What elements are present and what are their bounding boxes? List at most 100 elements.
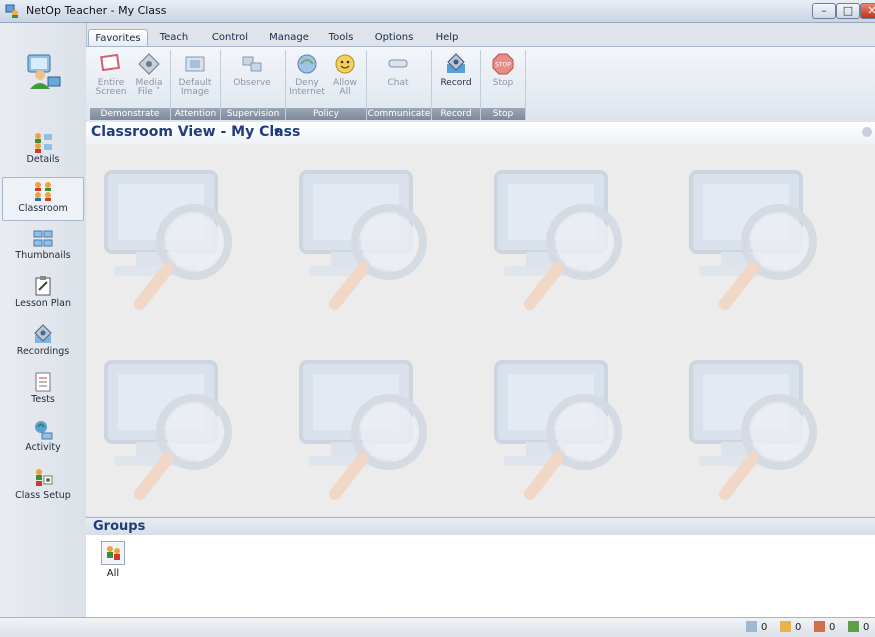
sidebar-item-label: Class Setup	[15, 490, 71, 501]
groups-panel: All	[86, 535, 875, 617]
group-title: Supervision	[221, 108, 285, 120]
tab-manage[interactable]: Manage	[262, 29, 316, 46]
sidebar-item-classroom[interactable]: Classroom	[2, 177, 84, 221]
deny-internet-button[interactable]: Deny Internet	[288, 52, 326, 97]
default-image-icon	[185, 56, 205, 72]
status-students-count: 0	[780, 621, 801, 633]
sidebar-item-tests[interactable]: Tests	[2, 369, 84, 413]
ribbon-group-stop: STOP Stop Stop	[481, 50, 526, 120]
sidebar: Details Classroom Thumbnails Lesson Plan	[0, 23, 87, 617]
title-bar: NetOp Teacher - My Class – □ ✕	[0, 0, 875, 23]
maximize-button[interactable]: □	[836, 3, 860, 19]
group-status-icon	[848, 621, 859, 632]
view-dropdown-caret[interactable]: ▾	[274, 125, 280, 138]
activity-icon	[35, 421, 53, 440]
sidebar-item-label: Lesson Plan	[15, 298, 71, 309]
group-title: Attention	[171, 108, 220, 120]
group-icon	[101, 541, 125, 565]
chat-button[interactable]: Chat	[379, 52, 417, 88]
media-file-button[interactable]: Media File ˅	[130, 52, 168, 97]
attention-status-icon	[814, 621, 825, 632]
tab-options[interactable]: Options	[370, 29, 418, 46]
empty-seat-watermark-icon	[299, 170, 427, 310]
media-file-icon	[138, 53, 160, 75]
status-computers-count: 0	[746, 621, 767, 633]
group-title: Stop	[481, 108, 525, 120]
sidebar-item-class-setup[interactable]: Class Setup	[2, 465, 84, 509]
ribbon-group-demonstrate: Entire Screen Media File ˅ Demonstrate	[90, 50, 171, 120]
empty-seat-watermark-icon	[689, 170, 817, 310]
deny-internet-icon	[297, 54, 317, 74]
observe-label: Observe	[233, 78, 271, 88]
classroom-view-header: Classroom View - My Class ▾	[86, 122, 875, 145]
entire-screen-icon	[100, 53, 121, 72]
tab-teach[interactable]: Teach	[152, 29, 196, 46]
group-title: Communicate	[367, 108, 431, 120]
class-setup-icon	[36, 469, 53, 486]
sidebar-item-lesson-plan[interactable]: Lesson Plan	[2, 273, 84, 317]
tab-help[interactable]: Help	[430, 29, 464, 46]
record-button[interactable]: Record	[437, 52, 475, 88]
chat-label: Chat	[387, 78, 409, 88]
sidebar-item-label: Thumbnails	[15, 250, 71, 261]
record-icon	[447, 53, 465, 73]
groups-title: Groups	[93, 519, 146, 534]
empty-seat-watermark-icon	[104, 360, 232, 500]
empty-seat-watermark-icon	[494, 360, 622, 500]
chat-icon	[388, 59, 408, 68]
computer-status-icon	[746, 621, 757, 632]
app-icon	[5, 4, 18, 18]
group-title: Record	[432, 108, 480, 120]
empty-seat-watermark-icon	[494, 170, 622, 310]
classroom-view[interactable]	[86, 144, 875, 516]
sidebar-item-label: Details	[26, 154, 60, 165]
status-count: 0	[795, 622, 802, 633]
group-item-all[interactable]: All	[96, 541, 130, 585]
deny-internet-label-2: Internet	[289, 87, 325, 97]
stop-button[interactable]: STOP Stop	[484, 52, 522, 88]
status-groups-count: 0	[848, 621, 869, 633]
groups-header: Groups	[86, 517, 875, 536]
status-count: 0	[761, 622, 768, 633]
ribbon-group-attention: Default Image Attention	[171, 50, 221, 120]
sidebar-item-label: Tests	[31, 394, 55, 405]
smiley-icon	[335, 54, 355, 74]
stop-icon-text: STOP	[495, 62, 511, 69]
status-count: 0	[829, 622, 836, 633]
entire-screen-label-2: Screen	[95, 87, 127, 97]
ribbon-group-record: Record Record	[432, 50, 481, 120]
sidebar-item-label: Recordings	[16, 346, 70, 357]
allow-all-label-2: All	[339, 87, 351, 97]
view-options-icon[interactable]	[862, 127, 872, 137]
allow-all-button[interactable]: Allow All	[326, 52, 364, 97]
view-title[interactable]: Classroom View - My Class	[91, 124, 300, 140]
tab-tools[interactable]: Tools	[322, 29, 360, 46]
minimize-button[interactable]: –	[812, 3, 836, 19]
sidebar-item-details[interactable]: Details	[2, 129, 84, 173]
status-attention-count: 0	[814, 621, 835, 633]
thumbnails-icon	[33, 230, 53, 247]
default-image-button[interactable]: Default Image	[176, 52, 214, 97]
observe-icon	[242, 56, 262, 72]
tab-favorites[interactable]: Favorites	[88, 29, 148, 46]
stop-label: Stop	[492, 78, 514, 88]
entire-screen-button[interactable]: Entire Screen	[92, 52, 130, 97]
group-title: Demonstrate	[90, 108, 170, 120]
student-status-icon	[780, 621, 791, 632]
group-label: All	[106, 568, 120, 579]
close-button[interactable]: ✕	[860, 3, 875, 19]
sidebar-item-recordings[interactable]: Recordings	[2, 321, 84, 365]
observe-button[interactable]: Observe	[233, 52, 271, 88]
sidebar-item-thumbnails[interactable]: Thumbnails	[2, 225, 84, 269]
ribbon-group-supervision: Observe Supervision	[221, 50, 286, 120]
ribbon: Entire Screen Media File ˅ Demonstrate D…	[86, 46, 875, 123]
recordings-icon	[34, 324, 52, 343]
default-image-label-2: Image	[180, 87, 210, 97]
sidebar-item-label: Classroom	[18, 203, 68, 214]
tab-control[interactable]: Control	[204, 29, 256, 46]
ribbon-group-policy: Deny Internet Allow All Policy	[286, 50, 367, 120]
sidebar-item-activity[interactable]: Activity	[2, 417, 84, 461]
tests-icon	[35, 372, 51, 392]
media-file-label-2: File ˅	[137, 87, 161, 97]
ribbon-tab-bar: Favorites Teach Control Manage Tools Opt…	[86, 29, 875, 46]
